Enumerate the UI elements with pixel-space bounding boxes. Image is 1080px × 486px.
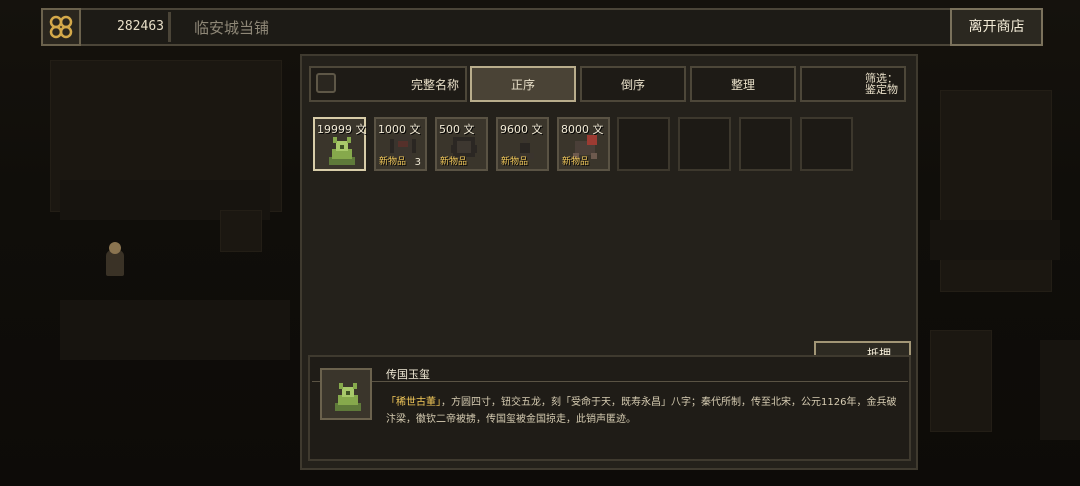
shop-title: 临安城当铺 [194, 19, 270, 37]
player-character [106, 242, 124, 276]
money-amount: 282463 [117, 19, 164, 34]
rarity-tag: 「稀世古董」 [386, 397, 441, 408]
item-slot[interactable]: 9600 文 新物品 [496, 117, 549, 171]
sort-ascending-button[interactable]: 正序 [470, 66, 576, 102]
divider [168, 12, 171, 42]
item-quantity: 3 [414, 157, 421, 168]
sort-descending-button[interactable]: 倒序 [580, 66, 686, 102]
empty-slot[interactable] [678, 117, 731, 171]
empty-slot[interactable] [739, 117, 792, 171]
item-slot[interactable]: 500 文 新物品 [435, 117, 488, 171]
item-slot[interactable]: 19999 文 [313, 117, 367, 171]
item-description: 「稀世古董」，方圆四寸，钮交五龙，刻「受命于天，既寿永昌」八字；秦代所制，传至北… [386, 394, 898, 428]
new-item-tag: 新物品 [562, 157, 590, 167]
coin-cluster-icon [41, 8, 81, 46]
jade-seal-icon [335, 383, 361, 411]
item-slot[interactable]: 1000 文 新物品 3 [374, 117, 427, 171]
new-item-tag: 新物品 [501, 157, 529, 167]
top-bar [41, 8, 1041, 46]
item-name: 传国玉玺 [386, 368, 430, 381]
organize-button[interactable]: 整理 [690, 66, 796, 102]
empty-slot[interactable] [617, 117, 670, 171]
empty-slot[interactable] [800, 117, 853, 171]
item-slot[interactable]: 8000 文 新物品 [557, 117, 610, 171]
full-name-label: 完整名称 [410, 77, 459, 92]
new-item-tag: 新物品 [379, 157, 407, 167]
full-name-checkbox[interactable] [316, 73, 336, 93]
description-text: ，方圆四寸，钮交五龙，刻「受命于天，既寿永昌」八字；秦代所制，传至北宋，公元11… [386, 397, 897, 425]
filter-value: 鉴定物 [865, 83, 898, 96]
filter-button[interactable]: 筛选： 鉴定物 [800, 66, 906, 102]
leave-shop-button[interactable]: 离开商店 [950, 8, 1043, 46]
jade-seal-icon [329, 137, 355, 165]
new-item-tag: 新物品 [440, 157, 468, 167]
detail-item-icon [320, 368, 372, 420]
